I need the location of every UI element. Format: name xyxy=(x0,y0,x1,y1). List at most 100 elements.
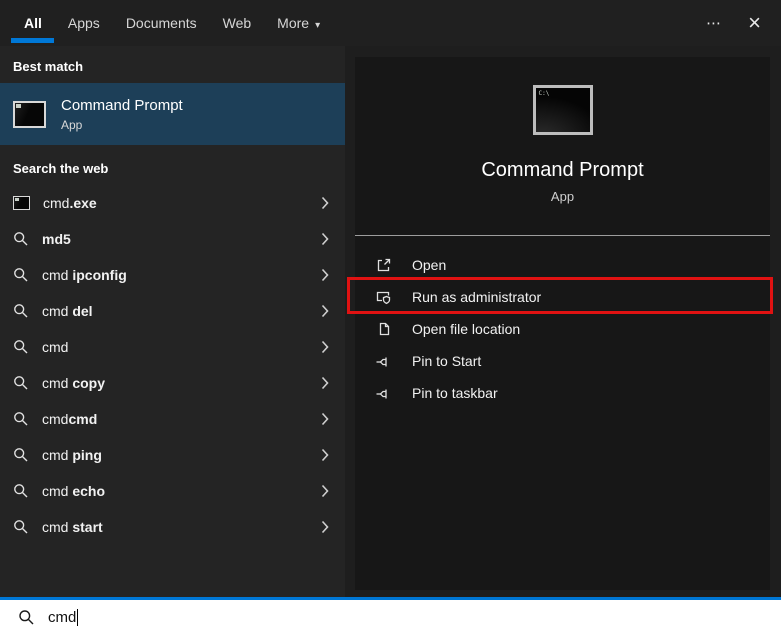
suggestion-label: cmd xyxy=(42,339,68,355)
suggestion-text: cmd xyxy=(42,303,72,319)
best-match-subtitle: App xyxy=(61,118,183,132)
best-match-title: Command Prompt xyxy=(61,97,183,114)
suggestion-label: cmd ping xyxy=(42,447,102,463)
search-icon xyxy=(13,303,29,319)
suggestion-text-bold: echo xyxy=(72,483,105,499)
search-icon xyxy=(13,483,29,499)
search-icon xyxy=(13,519,29,535)
chevron-right-icon[interactable] xyxy=(321,268,329,282)
chevron-right-icon[interactable] xyxy=(321,340,329,354)
chevron-right-icon[interactable] xyxy=(321,376,329,390)
search-filter-bar: All Apps Documents Web More▾ ⋯ × xyxy=(0,0,781,46)
chevron-right-icon[interactable] xyxy=(321,304,329,318)
search-icon xyxy=(13,339,29,355)
suggestion-text: cmd xyxy=(42,267,72,283)
text-caret xyxy=(77,609,78,626)
action-label: Open file location xyxy=(412,321,520,337)
action-pin-to-start[interactable]: Pin to Start xyxy=(355,345,770,377)
run-as-administrator-icon xyxy=(375,289,392,306)
suggestion-text-bold: copy xyxy=(72,375,105,391)
suggestion-text: cmd xyxy=(43,195,69,211)
suggestion-text: cmd xyxy=(42,519,72,535)
search-suggestion-row[interactable]: cmd ping xyxy=(0,437,345,473)
best-match-text: Command Prompt App xyxy=(61,97,183,132)
search-icon xyxy=(13,375,29,391)
suggestion-label: cmd echo xyxy=(42,483,105,499)
suggestion-label: md5 xyxy=(42,231,71,247)
suggestion-label: cmd del xyxy=(42,303,93,319)
search-suggestion-row[interactable]: cmdcmd xyxy=(0,401,345,437)
filter-tabs: All Apps Documents Web More▾ xyxy=(24,15,320,31)
action-label: Pin to taskbar xyxy=(412,385,498,401)
chevron-right-icon[interactable] xyxy=(321,484,329,498)
suggestion-text-bold: md5 xyxy=(42,231,71,247)
search-suggestion-row[interactable]: cmd xyxy=(0,329,345,365)
divider xyxy=(355,235,770,236)
search-icon xyxy=(13,231,29,247)
action-list: Open Run as administrator xyxy=(355,249,770,409)
open-file-location-icon xyxy=(375,321,392,337)
suggestion-text-bold: del xyxy=(72,303,92,319)
command-prompt-icon xyxy=(13,101,46,128)
suggestion-text-bold: cmd xyxy=(68,411,97,427)
suggestion-label: cmdcmd xyxy=(42,411,97,427)
command-prompt-icon-large xyxy=(533,85,593,135)
suggestion-label: cmd.exe xyxy=(43,195,97,211)
open-icon xyxy=(375,257,392,273)
action-label: Open xyxy=(412,257,446,273)
more-options-icon[interactable]: ⋯ xyxy=(706,14,722,32)
search-suggestion-row[interactable]: cmd copy xyxy=(0,365,345,401)
suggestion-label: cmd start xyxy=(42,519,103,535)
chevron-right-icon[interactable] xyxy=(321,196,329,210)
app-preview-panel: Command Prompt App Open xyxy=(355,57,770,590)
search-suggestion-row[interactable]: cmd del xyxy=(0,293,345,329)
window-controls: ⋯ × xyxy=(706,12,761,34)
suggestion-text: cmd xyxy=(42,375,72,391)
suggestion-text: cmd xyxy=(42,411,68,427)
app-subtitle: App xyxy=(355,189,770,204)
action-run-as-administrator[interactable]: Run as administrator xyxy=(355,281,770,313)
search-suggestion-row[interactable]: cmd.exe xyxy=(0,185,345,221)
tab-documents[interactable]: Documents xyxy=(126,15,197,31)
suggestion-label: cmd copy xyxy=(42,375,105,391)
search-suggestion-row[interactable]: cmd echo xyxy=(0,473,345,509)
best-match-header: Best match xyxy=(0,46,345,83)
chevron-right-icon[interactable] xyxy=(321,448,329,462)
tab-apps[interactable]: Apps xyxy=(68,15,100,31)
command-prompt-icon xyxy=(13,196,30,210)
search-input[interactable]: cmd xyxy=(0,597,781,634)
close-icon[interactable]: × xyxy=(748,12,761,34)
search-icon xyxy=(13,447,29,463)
chevron-right-icon[interactable] xyxy=(321,520,329,534)
chevron-right-icon[interactable] xyxy=(321,232,329,246)
action-open[interactable]: Open xyxy=(355,249,770,281)
suggestion-text: cmd xyxy=(42,447,72,463)
pin-icon xyxy=(375,353,392,370)
search-icon xyxy=(13,411,29,427)
action-pin-to-taskbar[interactable]: Pin to taskbar xyxy=(355,377,770,409)
action-label: Pin to Start xyxy=(412,353,481,369)
best-match-result[interactable]: Command Prompt App xyxy=(0,83,345,145)
action-label: Run as administrator xyxy=(412,289,541,305)
tab-all[interactable]: All xyxy=(24,15,42,31)
search-icon xyxy=(13,267,29,283)
search-query-text: cmd xyxy=(48,609,76,626)
action-open-file-location[interactable]: Open file location xyxy=(355,313,770,345)
search-suggestion-row[interactable]: cmd start xyxy=(0,509,345,545)
suggestion-text-bold: start xyxy=(72,519,102,535)
tab-more-label: More xyxy=(277,15,309,31)
tab-more[interactable]: More▾ xyxy=(277,15,320,31)
chevron-right-icon[interactable] xyxy=(321,412,329,426)
search-results-panel: Best match Command Prompt App Search the… xyxy=(0,46,345,597)
search-icon xyxy=(18,609,35,626)
search-suggestion-row[interactable]: cmd ipconfig xyxy=(0,257,345,293)
suggestion-text: cmd xyxy=(42,339,68,355)
suggestion-text-bold: .exe xyxy=(69,195,96,211)
preview-area: Command Prompt App Open xyxy=(345,46,781,597)
suggestion-text-bold: ping xyxy=(72,447,102,463)
suggestion-label: cmd ipconfig xyxy=(42,267,127,283)
search-the-web-header: Search the web xyxy=(0,145,345,185)
search-suggestion-row[interactable]: md5 xyxy=(0,221,345,257)
tab-web[interactable]: Web xyxy=(223,15,252,31)
suggestion-text-bold: ipconfig xyxy=(72,267,126,283)
